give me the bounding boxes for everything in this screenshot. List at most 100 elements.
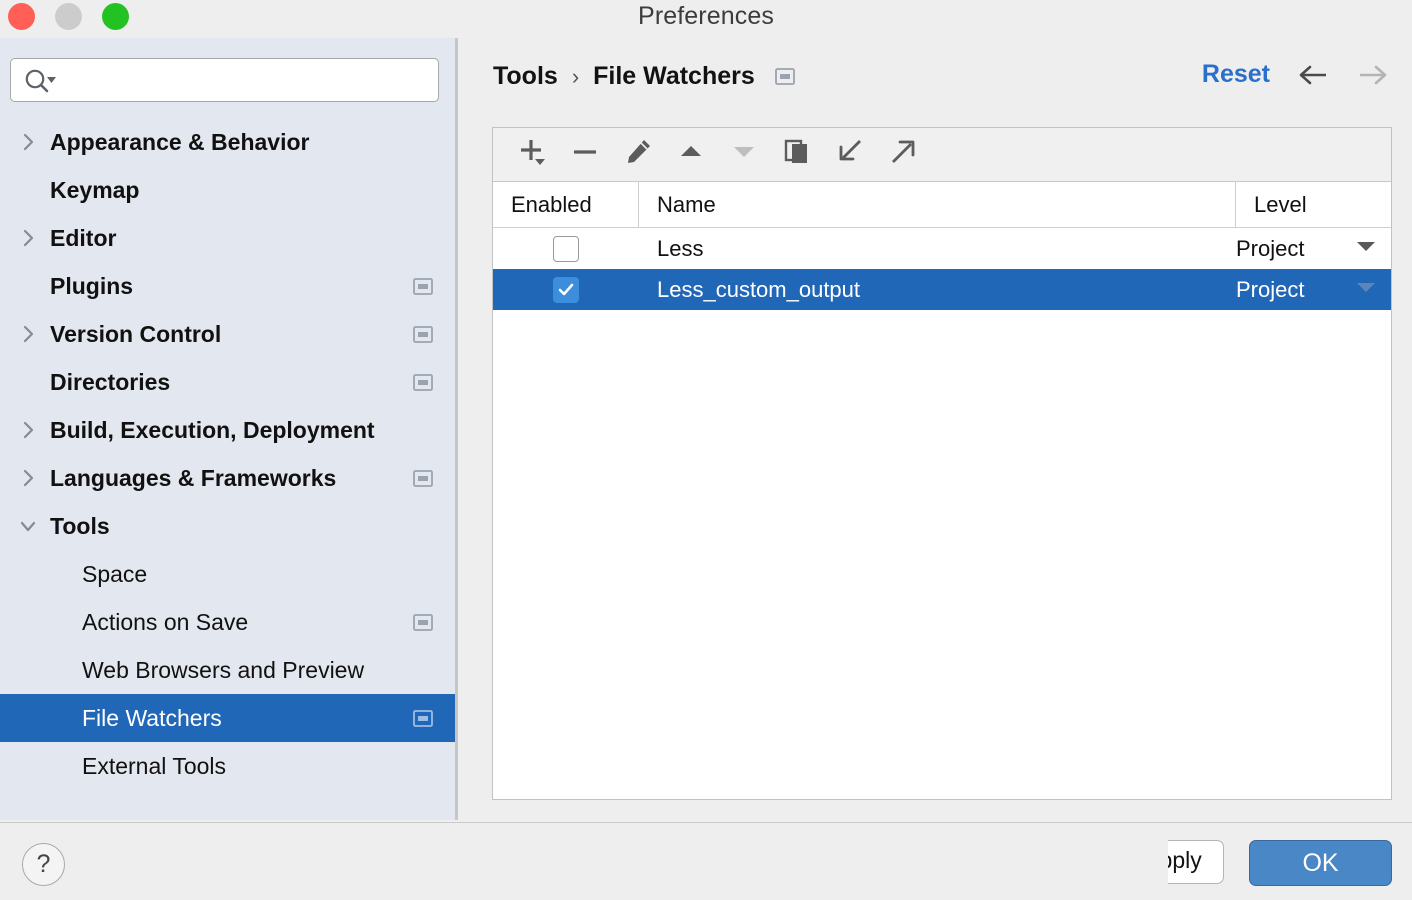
sidebar-item-label: Editor bbox=[50, 225, 116, 252]
sidebar-item-plugins[interactable]: Plugins bbox=[0, 262, 455, 310]
sidebar-item-external-tools[interactable]: External Tools bbox=[0, 742, 455, 790]
file-watchers-panel: Enabled Name Level LessProjectLess_custo… bbox=[492, 127, 1392, 800]
plus-dropdown-icon bbox=[517, 137, 547, 172]
sidebar-item-directories[interactable]: Directories bbox=[0, 358, 455, 406]
minus-icon bbox=[570, 137, 600, 172]
ok-button[interactable]: OK bbox=[1249, 840, 1392, 886]
chevron-right-icon[interactable] bbox=[18, 324, 38, 344]
sidebar-item-label: Appearance & Behavior bbox=[50, 129, 309, 156]
arrow-right-icon[interactable] bbox=[1356, 62, 1390, 88]
chevron-right-icon[interactable] bbox=[18, 132, 38, 152]
apply-button[interactable]: Apply bbox=[1168, 840, 1224, 884]
breadcrumb-separator: › bbox=[572, 64, 579, 90]
arrow-export-icon bbox=[888, 137, 918, 172]
project-scope-icon bbox=[413, 374, 433, 390]
sidebar-item-label: External Tools bbox=[82, 753, 226, 780]
sidebar-item-version-control[interactable]: Version Control bbox=[0, 310, 455, 358]
search-area bbox=[0, 38, 455, 102]
copy-icon bbox=[782, 137, 812, 172]
settings-tree: Appearance & Behavior Keymap Editor Plugins… bbox=[0, 118, 455, 790]
content-header: Tools › File Watchers Reset bbox=[461, 38, 1412, 126]
table-header-row: Enabled Name Level bbox=[493, 182, 1391, 228]
chevron-down-icon[interactable] bbox=[18, 516, 38, 536]
sidebar-item-build-execution-deployment[interactable]: Build, Execution, Deployment bbox=[0, 406, 455, 454]
sidebar-item-appearance-behavior[interactable]: Appearance & Behavior bbox=[0, 118, 455, 166]
settings-content: Tools › File Watchers Reset bbox=[461, 38, 1412, 820]
breadcrumb: Tools › File Watchers bbox=[493, 62, 795, 91]
arrow-import-icon bbox=[835, 137, 865, 172]
project-scope-icon bbox=[413, 614, 433, 630]
project-scope-icon bbox=[775, 68, 795, 85]
search-icon bbox=[24, 68, 58, 94]
enabled-cell bbox=[493, 277, 639, 303]
watchers-toolbar bbox=[493, 128, 1391, 182]
watchers-table-body: LessProjectLess_custom_outputProject bbox=[493, 228, 1391, 798]
edit-watcher-button[interactable] bbox=[611, 129, 664, 181]
level-value: Project bbox=[1236, 236, 1304, 262]
sidebar-item-label: Version Control bbox=[50, 321, 221, 348]
move-down-button[interactable] bbox=[717, 129, 770, 181]
sidebar-item-label: Plugins bbox=[50, 273, 133, 300]
breadcrumb-item-tools[interactable]: Tools bbox=[493, 62, 558, 91]
sidebar-item-label: Languages & Frameworks bbox=[50, 465, 336, 492]
sidebar-item-tools[interactable]: Tools bbox=[0, 502, 455, 550]
header-actions: Reset bbox=[1202, 60, 1390, 89]
level-value: Project bbox=[1236, 277, 1304, 303]
apply-button-label: Apply bbox=[1168, 847, 1224, 874]
chevron-right-icon[interactable] bbox=[18, 468, 38, 488]
title-bar: Preferences bbox=[0, 0, 1412, 38]
help-button[interactable]: ? bbox=[22, 843, 65, 886]
enabled-checkbox[interactable] bbox=[553, 277, 579, 303]
sidebar-item-label: File Watchers bbox=[82, 705, 222, 732]
level-cell[interactable]: Project bbox=[1236, 277, 1391, 303]
sidebar-item-web-browsers-and-preview[interactable]: Web Browsers and Preview bbox=[0, 646, 455, 694]
sidebar-item-keymap[interactable]: Keymap bbox=[0, 166, 455, 214]
project-scope-icon bbox=[413, 326, 433, 342]
import-button[interactable] bbox=[823, 129, 876, 181]
breadcrumb-item-file-watchers: File Watchers bbox=[593, 62, 755, 91]
sidebar-item-file-watchers[interactable]: File Watchers bbox=[0, 694, 455, 742]
sidebar-item-languages-frameworks[interactable]: Languages & Frameworks bbox=[0, 454, 455, 502]
enabled-checkbox[interactable] bbox=[553, 236, 579, 262]
window-title: Preferences bbox=[0, 2, 1412, 31]
pencil-icon bbox=[623, 137, 653, 172]
sidebar-item-label: Directories bbox=[50, 369, 170, 396]
reset-button[interactable]: Reset bbox=[1202, 60, 1270, 89]
chevron-down-icon[interactable] bbox=[1355, 239, 1377, 258]
table-row[interactable]: LessProject bbox=[493, 228, 1391, 269]
remove-watcher-button[interactable] bbox=[558, 129, 611, 181]
watcher-name-cell: Less_custom_output bbox=[639, 277, 1236, 303]
chevron-right-icon[interactable] bbox=[18, 420, 38, 440]
project-scope-icon bbox=[413, 278, 433, 294]
sidebar-item-label: Web Browsers and Preview bbox=[82, 657, 364, 684]
arrow-left-icon[interactable] bbox=[1296, 62, 1330, 88]
watcher-name-cell: Less bbox=[639, 236, 1236, 262]
sidebar-item-label: Keymap bbox=[50, 177, 139, 204]
add-watcher-button[interactable] bbox=[505, 129, 558, 181]
settings-sidebar: Appearance & Behavior Keymap Editor Plugins… bbox=[0, 38, 458, 820]
search-field[interactable] bbox=[10, 58, 439, 102]
sidebar-item-actions-on-save[interactable]: Actions on Save bbox=[0, 598, 455, 646]
column-header-name[interactable]: Name bbox=[639, 182, 1236, 228]
chevron-down-icon[interactable] bbox=[1355, 280, 1377, 299]
column-header-level[interactable]: Level bbox=[1236, 182, 1391, 228]
project-scope-icon bbox=[413, 710, 433, 726]
preferences-window: Preferences Appearance & Behavior Keymap E… bbox=[0, 0, 1412, 900]
sidebar-item-editor[interactable]: Editor bbox=[0, 214, 455, 262]
sidebar-item-label: Space bbox=[82, 561, 147, 588]
sidebar-item-label: Build, Execution, Deployment bbox=[50, 417, 375, 444]
column-header-enabled[interactable]: Enabled bbox=[493, 182, 639, 228]
sidebar-item-label: Tools bbox=[50, 513, 110, 540]
triangle-up-icon bbox=[676, 137, 706, 172]
sidebar-item-label: Actions on Save bbox=[82, 609, 248, 636]
search-input[interactable] bbox=[63, 59, 430, 101]
level-cell[interactable]: Project bbox=[1236, 236, 1391, 262]
table-row[interactable]: Less_custom_outputProject bbox=[493, 269, 1391, 310]
export-button[interactable] bbox=[876, 129, 929, 181]
enabled-cell bbox=[493, 236, 639, 262]
chevron-right-icon[interactable] bbox=[18, 228, 38, 248]
project-scope-icon bbox=[413, 470, 433, 486]
move-up-button[interactable] bbox=[664, 129, 717, 181]
sidebar-item-space[interactable]: Space bbox=[0, 550, 455, 598]
copy-watcher-button[interactable] bbox=[770, 129, 823, 181]
